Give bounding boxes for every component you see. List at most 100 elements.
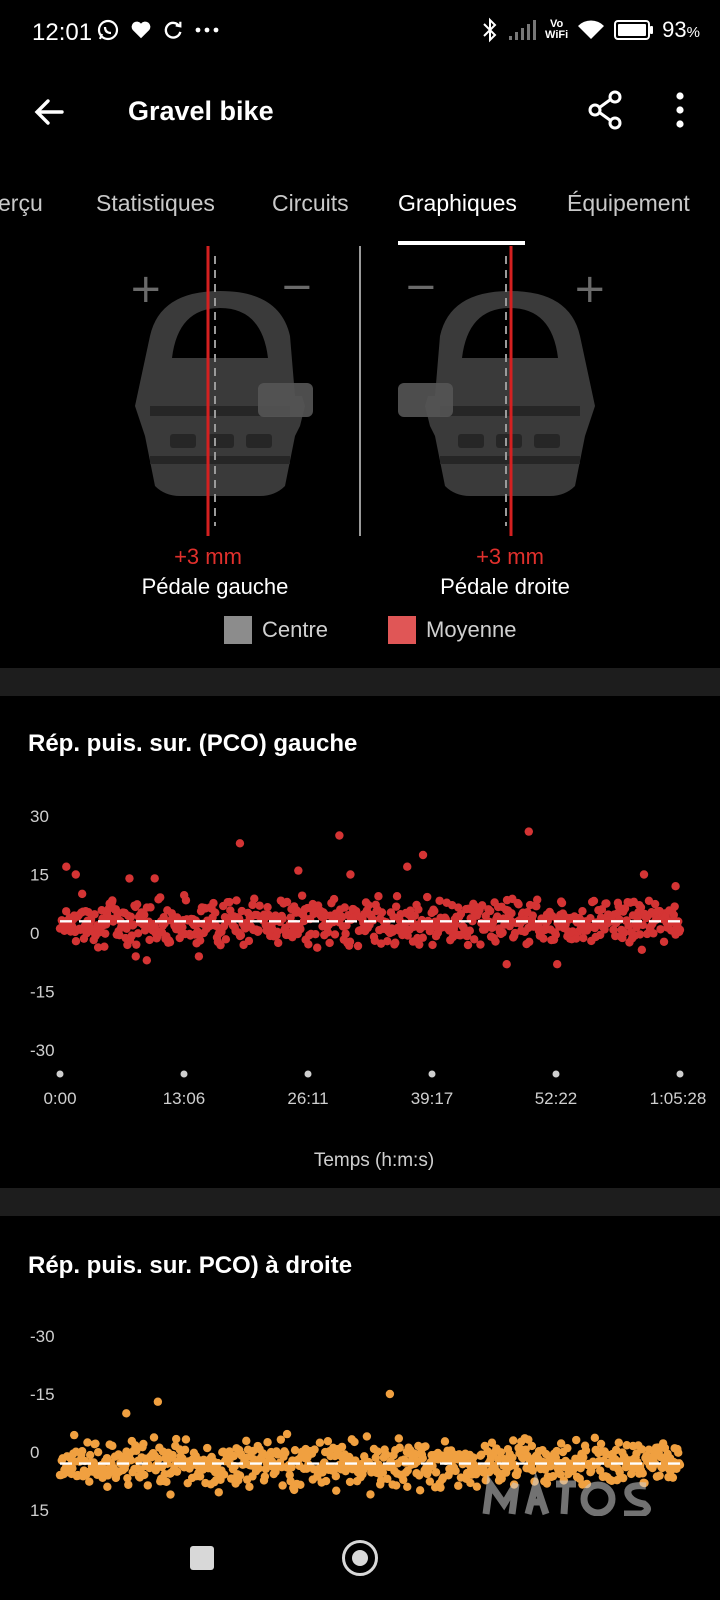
- data-point: [156, 893, 165, 902]
- pedal-divider: [359, 246, 361, 536]
- data-point: [290, 1445, 300, 1455]
- data-point: [415, 1486, 425, 1495]
- heart-icon: [131, 21, 151, 39]
- more-dots-icon: [195, 27, 219, 33]
- data-point: [255, 901, 264, 910]
- data-point: [77, 889, 87, 899]
- data-point: [297, 891, 307, 900]
- data-point: [527, 1441, 537, 1451]
- data-point: [454, 1481, 463, 1490]
- data-point: [101, 929, 110, 938]
- data-point: [235, 1471, 245, 1480]
- data-point: [528, 911, 537, 920]
- y-tick-label: 0: [30, 924, 39, 943]
- chart-left-plot: 30 15 0 -15 -30 0:00 13:06 26:11 39:17 52:22 1:05:…: [30, 807, 707, 1108]
- status-left-icons: [96, 18, 220, 42]
- x-tick-dot: [428, 1070, 436, 1078]
- data-point: [346, 870, 355, 879]
- vowifi-icon: Vo WiFi: [545, 19, 568, 41]
- data-point: [514, 900, 523, 909]
- data-point: [639, 870, 649, 879]
- data-point: [90, 910, 99, 919]
- recents-square-icon[interactable]: [190, 1546, 214, 1570]
- data-point: [219, 1470, 229, 1479]
- data-point: [418, 1454, 427, 1463]
- data-point: [362, 1432, 372, 1441]
- y-tick-label: 0: [30, 1443, 39, 1462]
- data-point: [132, 940, 141, 949]
- data-point: [476, 940, 485, 949]
- sync-icon: [164, 21, 182, 39]
- tab-equipement[interactable]: Équipement: [567, 190, 690, 217]
- data-point: [403, 862, 412, 871]
- data-point: [150, 874, 159, 883]
- data-point: [149, 1433, 159, 1442]
- data-point: [659, 937, 669, 946]
- bluetooth-icon: [483, 17, 497, 43]
- tab-graphiques[interactable]: Graphiques: [398, 190, 517, 217]
- data-point: [572, 1435, 581, 1445]
- data-point: [491, 937, 500, 946]
- battery-percent: 93%: [662, 17, 700, 43]
- data-point: [394, 1434, 404, 1443]
- data-point: [552, 960, 562, 969]
- data-point: [430, 906, 439, 916]
- data-point: [154, 1454, 163, 1464]
- section-separator: [0, 1188, 720, 1216]
- data-point: [180, 1445, 190, 1455]
- more-vert-icon[interactable]: [662, 88, 698, 132]
- data-point: [602, 899, 611, 908]
- data-point: [391, 1481, 401, 1490]
- x-tick-label: 52:22: [535, 1089, 578, 1108]
- data-point: [85, 1477, 94, 1486]
- data-point: [385, 1389, 395, 1399]
- left-plus-sign: +: [129, 266, 163, 312]
- home-circle-icon[interactable]: [342, 1540, 378, 1576]
- tab-circuits[interactable]: Circuits: [272, 190, 349, 217]
- chart-left-xlabel: Temps (h:m:s): [313, 1150, 435, 1171]
- x-tick-label: 26:11: [287, 1089, 328, 1108]
- data-point: [145, 935, 154, 945]
- left-minus-sign: −: [280, 264, 314, 310]
- data-point: [656, 925, 665, 934]
- data-point: [225, 897, 234, 907]
- legend-moyenne: Moyenne: [388, 616, 517, 644]
- data-point: [124, 1480, 133, 1489]
- tab-apercu[interactable]: erçu: [0, 190, 43, 217]
- data-point: [132, 900, 142, 909]
- data-point: [395, 1443, 404, 1452]
- battery-value: 93: [662, 17, 687, 42]
- back-arrow-icon[interactable]: [28, 90, 72, 134]
- data-point: [171, 1434, 181, 1444]
- data-point: [502, 960, 511, 969]
- data-point: [203, 1443, 212, 1453]
- data-point: [153, 1397, 163, 1406]
- home-circle-inner: [352, 1550, 368, 1566]
- data-point: [181, 896, 191, 905]
- right-pedal-graphic: − +: [398, 246, 607, 536]
- data-point: [557, 898, 567, 908]
- data-point: [103, 1482, 112, 1491]
- pedal-position-panel: + − − + +3 mm Pédale gauche +3 mm Pédale…: [0, 246, 720, 666]
- share-icon[interactable]: [584, 88, 628, 132]
- system-nav-bar: [0, 1516, 720, 1600]
- data-point: [532, 895, 542, 904]
- tab-statistiques[interactable]: Statistiques: [96, 190, 215, 217]
- x-tick-label: 1:05:28: [650, 1089, 707, 1108]
- data-point: [69, 1430, 79, 1440]
- y-tick-label: -15: [30, 1385, 55, 1404]
- legend-label-centre: Centre: [262, 617, 329, 642]
- data-point: [414, 905, 423, 914]
- data-point: [391, 902, 401, 911]
- data-point: [551, 930, 561, 939]
- data-point: [281, 1448, 290, 1458]
- y-tick-label: 15: [30, 1501, 49, 1516]
- data-point: [579, 933, 588, 943]
- data-point: [418, 933, 427, 942]
- data-point: [403, 1482, 412, 1491]
- data-point: [498, 928, 507, 937]
- x-tick-dot: [552, 1070, 560, 1078]
- data-point: [142, 956, 152, 965]
- data-point: [345, 937, 355, 946]
- y-tick-label: -30: [30, 1041, 55, 1060]
